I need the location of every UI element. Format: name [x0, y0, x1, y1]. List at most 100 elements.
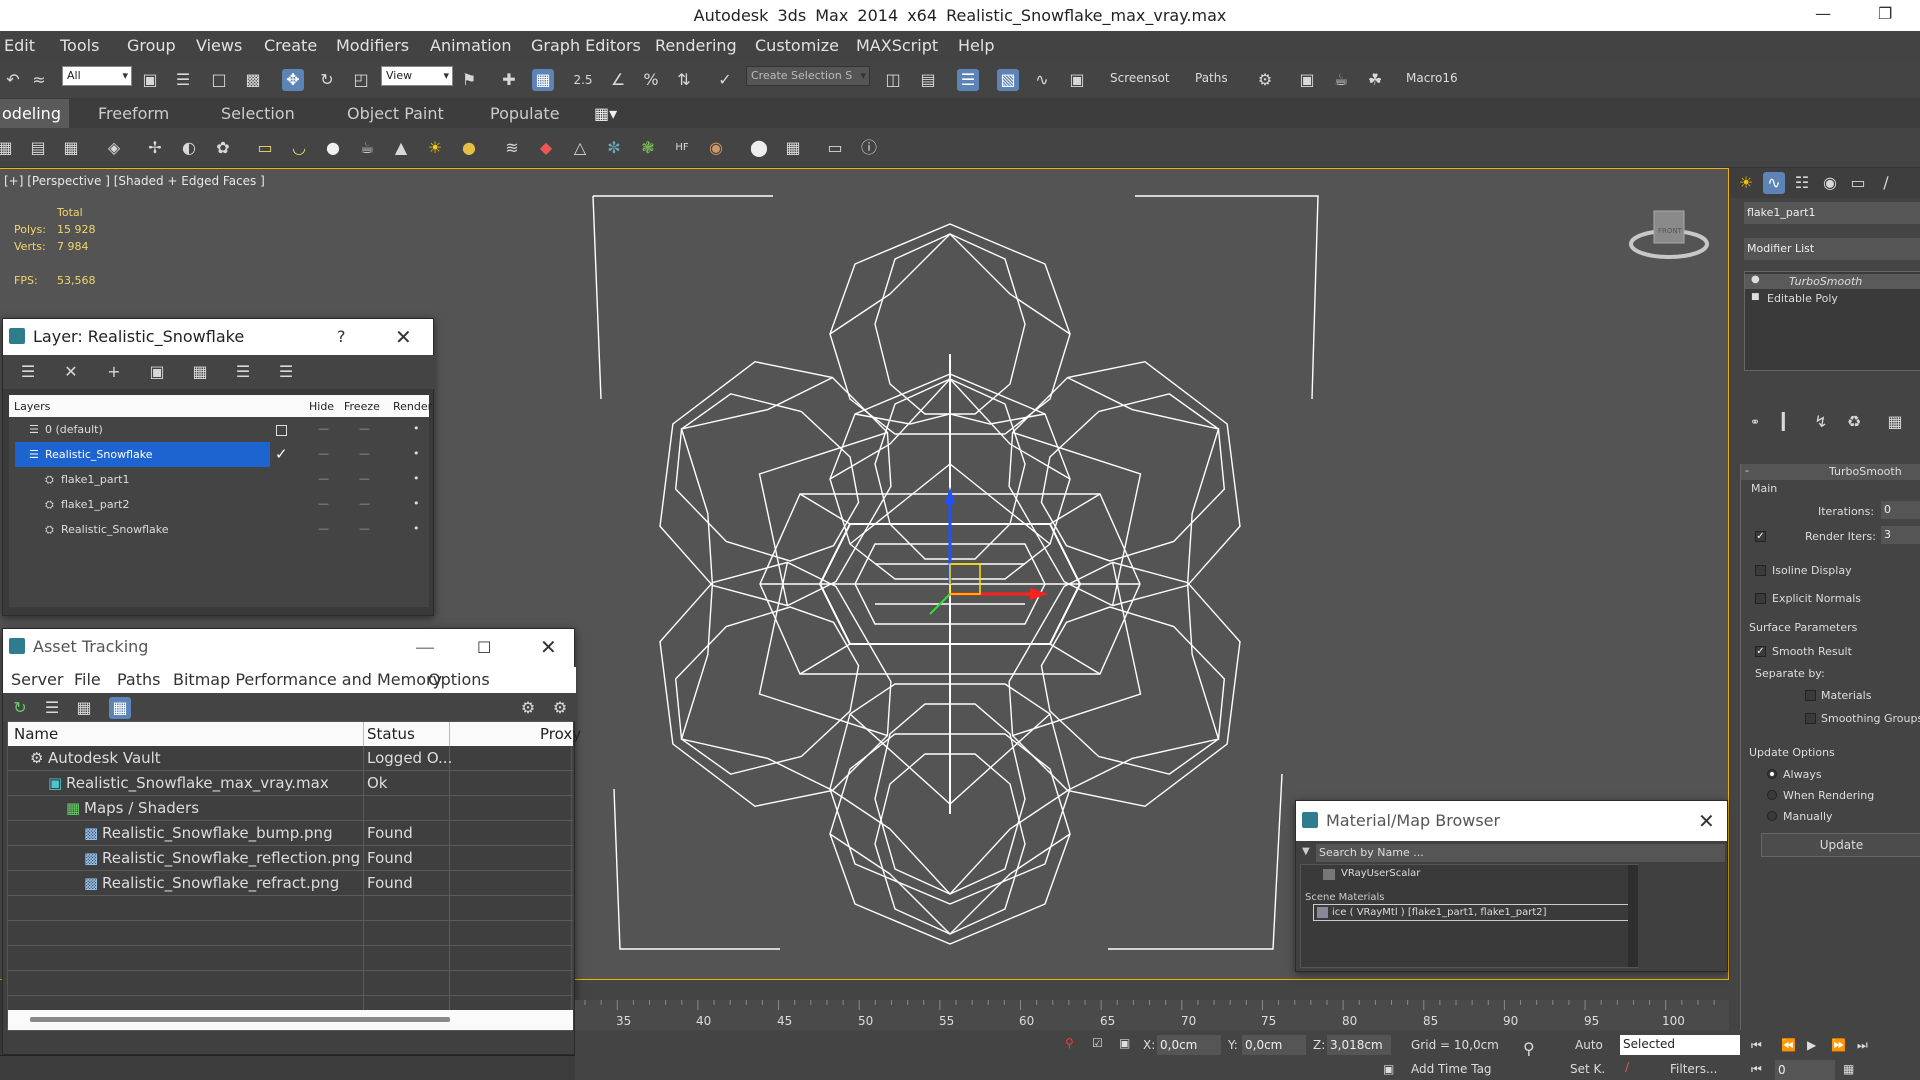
- display-tab-icon[interactable]: ▭: [1847, 172, 1869, 194]
- vault-settings-icon[interactable]: ⚙: [549, 697, 571, 719]
- layer-row[interactable]: ☰ 0 (default) — — •: [9, 417, 429, 442]
- menu-views[interactable]: Views: [196, 36, 242, 55]
- modifier-stack-item[interactable]: ■ Editable Poly: [1745, 291, 1920, 306]
- menu-customize[interactable]: Customize: [755, 36, 839, 55]
- asset-close-button[interactable]: ✕: [540, 635, 557, 659]
- edit-named-selection-icon[interactable]: ✓: [714, 69, 736, 91]
- pivot-icon[interactable]: ⚑: [458, 69, 480, 91]
- menu-create[interactable]: Create: [264, 36, 317, 55]
- maxscript-listener[interactable]: [0, 1055, 575, 1080]
- z-coordinate-field[interactable]: 3,018cm: [1327, 1035, 1391, 1055]
- modifier-stack-item[interactable]: ● TurboSmooth: [1745, 274, 1920, 289]
- layer-hide-toggle[interactable]: —: [318, 447, 329, 460]
- explicit-normals-checkbox[interactable]: [1755, 593, 1766, 604]
- layer-hide-toggle[interactable]: —: [318, 422, 329, 435]
- layer-render-toggle[interactable]: •: [413, 422, 420, 435]
- key-filter-icon[interactable]: ∕: [1625, 1060, 1629, 1074]
- redo-icon[interactable]: ≈: [28, 69, 50, 91]
- auto-key-button[interactable]: Auto: [1575, 1038, 1603, 1052]
- hide-all-icon[interactable]: ☰: [232, 361, 254, 383]
- layer-freeze-toggle[interactable]: —: [359, 472, 370, 485]
- cone-icon[interactable]: ▲: [390, 137, 412, 159]
- material-item[interactable]: ice ( VRayMtl ) [flake1_part1, flake1_pa…: [1313, 904, 1631, 921]
- modifier-list-dropdown[interactable]: Modifier List: [1744, 238, 1920, 260]
- status-column-header[interactable]: Status: [367, 725, 415, 743]
- angle-snap-icon[interactable]: ∠: [607, 69, 629, 91]
- screenshot-button[interactable]: Screensot: [1110, 71, 1170, 85]
- asset-row[interactable]: ▩ Realistic_Snowflake_refract.png Found: [8, 871, 573, 896]
- render-elements-icon[interactable]: ▦: [782, 137, 804, 159]
- x-coordinate-field[interactable]: 0,0cm: [1157, 1035, 1221, 1055]
- render-column-header[interactable]: Render: [393, 400, 432, 413]
- layer-manager-icon[interactable]: ◈: [103, 137, 125, 159]
- asset-row[interactable]: ▩ Realistic_Snowflake_reflection.png Fou…: [8, 846, 573, 871]
- layers-column-header[interactable]: Layers: [14, 400, 50, 413]
- tab-object-paint[interactable]: Object Paint: [347, 104, 444, 123]
- keyboard-shortcut-override-icon[interactable]: ▦: [532, 69, 554, 91]
- menu-tools[interactable]: Tools: [60, 36, 99, 55]
- next-frame-icon[interactable]: ⏩: [1831, 1038, 1846, 1052]
- toggle-scene-explorer-icon[interactable]: ☰: [957, 69, 979, 91]
- add-time-tag-button[interactable]: Add Time Tag: [1411, 1062, 1492, 1076]
- ribbon-options-icon[interactable]: ▦▾: [594, 104, 617, 123]
- go-to-end-icon[interactable]: ⏭: [1857, 1038, 1868, 1053]
- layer-render-toggle[interactable]: •: [413, 497, 420, 510]
- render-iterative-icon[interactable]: ☘: [1364, 69, 1386, 91]
- layer-hide-toggle[interactable]: —: [318, 522, 329, 535]
- search-options-icon[interactable]: ▼: [1302, 846, 1310, 857]
- material-search-input[interactable]: Search by Name ...: [1316, 844, 1725, 862]
- materials-checkbox[interactable]: [1805, 690, 1816, 701]
- layer-row[interactable]: ⛭ flake1_part2 — — •: [9, 492, 429, 517]
- list-icon[interactable]: ▤: [27, 137, 49, 159]
- asset-row[interactable]: ▣ Realistic_Snowflake_max_vray.max Ok: [8, 771, 573, 796]
- layer-freeze-toggle[interactable]: —: [359, 422, 370, 435]
- texture-icon[interactable]: ◉: [705, 137, 727, 159]
- percent-snap-icon[interactable]: %: [640, 69, 662, 91]
- layer-help-button[interactable]: ?: [337, 327, 346, 346]
- create-layer-icon[interactable]: ☰: [17, 361, 39, 383]
- menu-options[interactable]: Options: [428, 670, 490, 689]
- menu-rendering[interactable]: Rendering: [655, 36, 737, 55]
- selection-filter-dropdown[interactable]: All: [62, 66, 132, 86]
- hierarchy-tab-icon[interactable]: ☷: [1791, 172, 1813, 194]
- mirror-icon[interactable]: ◫: [882, 69, 904, 91]
- export-icon[interactable]: ▭: [824, 137, 846, 159]
- snap-toggle-icon[interactable]: 2.5: [572, 69, 594, 91]
- menu-file[interactable]: File: [74, 670, 101, 689]
- current-layer-check-icon[interactable]: ✓: [275, 445, 288, 463]
- menu-graph-editors[interactable]: Graph Editors: [531, 36, 641, 55]
- transform-gizmo-icon[interactable]: ✚: [498, 69, 520, 91]
- horizontal-scrollbar[interactable]: [8, 1010, 573, 1030]
- curve-editor-icon[interactable]: ∿: [1031, 69, 1053, 91]
- light-icon[interactable]: ●: [458, 137, 480, 159]
- material-list-scrollbar[interactable]: [1628, 865, 1638, 967]
- layer-render-toggle[interactable]: •: [413, 472, 420, 485]
- layer-hide-toggle[interactable]: —: [318, 472, 329, 485]
- smoothing-groups-checkbox[interactable]: [1805, 713, 1816, 724]
- time-tag-icon[interactable]: ▣: [1383, 1062, 1394, 1076]
- set-key-button[interactable]: Set K.: [1570, 1062, 1605, 1076]
- current-frame-field[interactable]: 0: [1775, 1060, 1835, 1080]
- add-to-layer-icon[interactable]: +: [103, 361, 125, 383]
- selection-set-dropdown[interactable]: Selected: [1620, 1035, 1740, 1055]
- layer-render-toggle[interactable]: •: [413, 522, 420, 535]
- window-crossing-icon[interactable]: ▩: [242, 69, 264, 91]
- scrollbar-thumb[interactable]: [30, 1017, 450, 1022]
- map-item[interactable]: VRayUserScalar: [1341, 868, 1420, 879]
- hf-icon[interactable]: HF: [671, 137, 693, 159]
- layer-freeze-toggle[interactable]: —: [359, 522, 370, 535]
- material-browser-close-button[interactable]: ✕: [1698, 809, 1715, 833]
- render-iters-checkbox[interactable]: ✓: [1755, 531, 1766, 542]
- refresh-icon[interactable]: ↻: [9, 697, 31, 719]
- tab-selection[interactable]: Selection: [221, 104, 295, 123]
- expand-icon[interactable]: ■: [1751, 292, 1760, 302]
- dynamics-icon[interactable]: ◆: [535, 137, 557, 159]
- asset-row[interactable]: ▦ Maps / Shaders: [8, 796, 573, 821]
- configure-modifier-sets-icon[interactable]: ▦: [1884, 411, 1906, 433]
- hair-icon[interactable]: ≋: [501, 137, 523, 159]
- pin-stack-icon[interactable]: ⚭: [1744, 411, 1766, 433]
- tab-populate[interactable]: Populate: [490, 104, 560, 123]
- object-name-field[interactable]: flake1_part1: [1744, 202, 1920, 224]
- make-unique-icon[interactable]: ↯: [1810, 411, 1832, 433]
- menu-server[interactable]: Server: [11, 670, 63, 689]
